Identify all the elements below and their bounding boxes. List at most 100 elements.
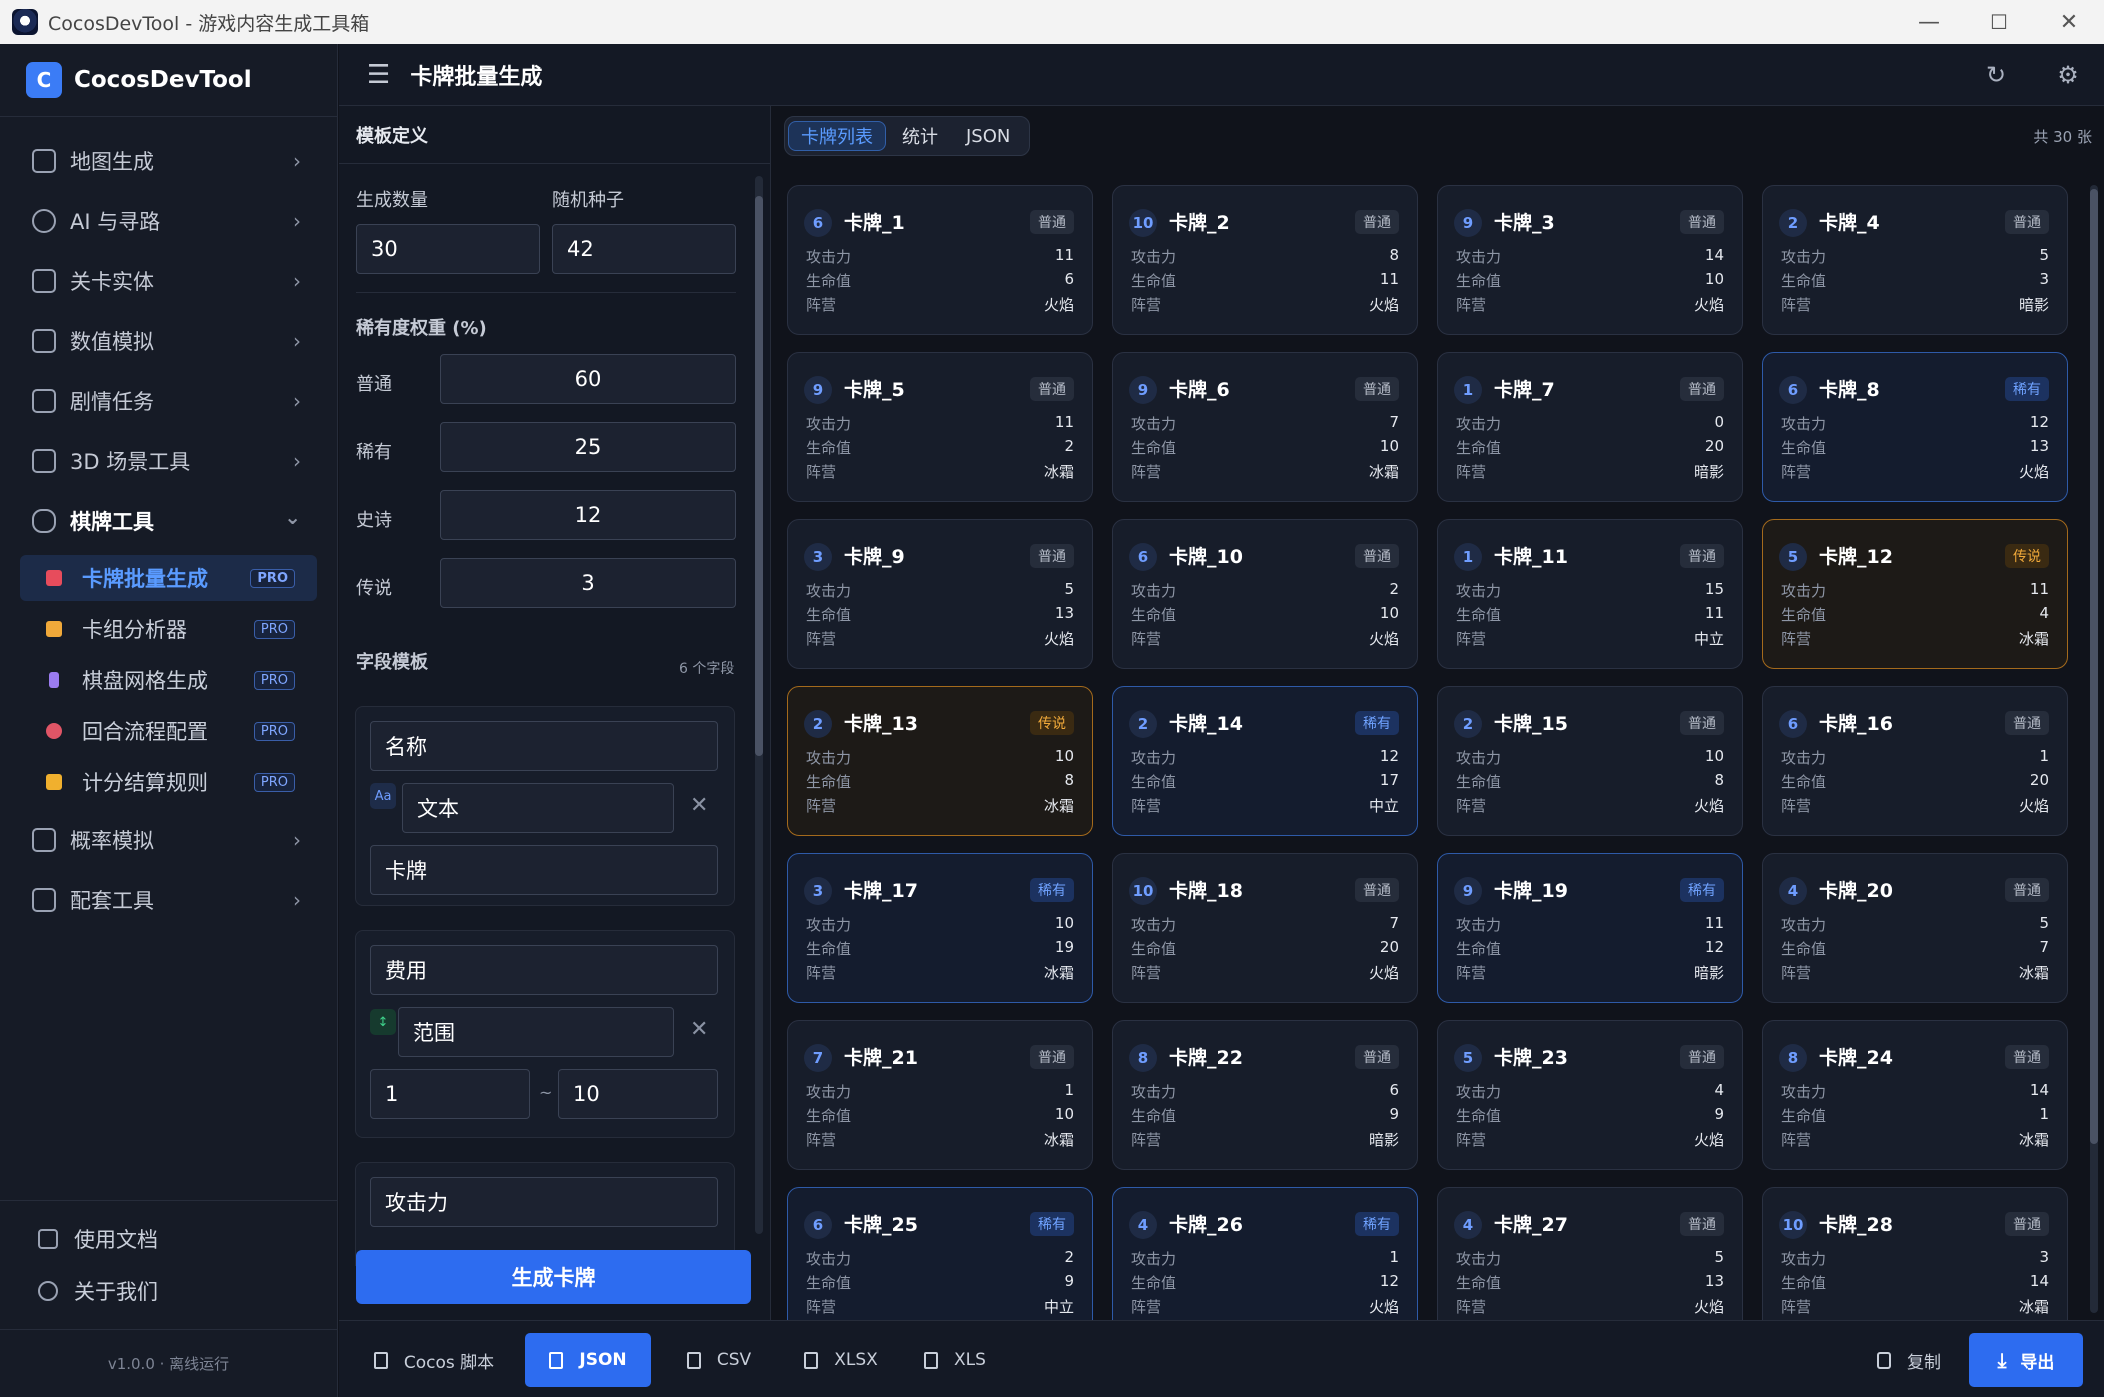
chevron-right-icon: › xyxy=(293,888,301,912)
card-attack: 8 xyxy=(1389,246,1399,264)
remove-field-icon[interactable]: ✕ xyxy=(690,1017,708,1042)
card-item[interactable]: 10 卡牌_2 普通 攻击力 8 生命值 11 阵营 火焰 xyxy=(1112,185,1418,335)
field-type-select[interactable]: 范围 xyxy=(398,1007,674,1057)
card-faction: 火焰 xyxy=(1368,296,1399,314)
sidebar-sub-card-batch[interactable]: 卡牌批量生成 PRO xyxy=(20,555,317,601)
card-stat-label: 生命值 xyxy=(1456,606,1502,624)
card-item[interactable]: 1 卡牌_11 普通 攻击力 15 生命值 11 阵营 中立 xyxy=(1437,519,1743,669)
weight-input-epic[interactable]: 12 xyxy=(440,490,736,540)
card-health: 1 xyxy=(2039,1105,2049,1123)
card-item[interactable]: 4 卡牌_27 普通 攻击力 5 生命值 13 阵营 火焰 xyxy=(1437,1187,1743,1320)
copy-button[interactable]: 复制 xyxy=(1859,1333,1959,1387)
card-item[interactable]: 7 卡牌_21 普通 攻击力 1 生命值 10 阵营 冰霜 xyxy=(787,1020,1093,1170)
weight-input-legend[interactable]: 3 xyxy=(440,558,736,608)
sidebar-item-level[interactable]: 关卡实体 › xyxy=(0,251,337,311)
format-xlsx-button[interactable]: XLSX xyxy=(785,1333,897,1387)
card-item[interactable]: 2 卡牌_4 普通 攻击力 5 生命值 3 阵营 暗影 xyxy=(1762,185,2068,335)
sidebar-item-probability[interactable]: 概率模拟 › xyxy=(0,810,337,870)
card-name: 卡牌_18 xyxy=(1169,880,1243,902)
sidebar-sub-board-grid[interactable]: 棋盘网格生成 PRO xyxy=(20,657,317,703)
sidebar-sub-deck-analyzer[interactable]: 卡组分析器 PRO xyxy=(20,606,317,652)
sidebar-item-map[interactable]: 地图生成 › xyxy=(0,131,337,191)
card-item[interactable]: 4 卡牌_20 普通 攻击力 5 生命值 7 阵营 冰霜 xyxy=(1762,853,2068,1003)
card-cost: 10 xyxy=(1129,877,1157,905)
card-item[interactable]: 5 卡牌_23 普通 攻击力 4 生命值 9 阵营 火焰 xyxy=(1437,1020,1743,1170)
field-type-select[interactable]: 文本 xyxy=(402,783,674,833)
chevron-right-icon: › xyxy=(293,389,301,413)
cards-scrollbar[interactable] xyxy=(2090,185,2098,1313)
template-scrollbar[interactable] xyxy=(755,176,763,1234)
weight-label-legend: 传说 xyxy=(356,578,392,599)
card-item[interactable]: 9 卡牌_3 普通 攻击力 14 生命值 10 阵营 火焰 xyxy=(1437,185,1743,335)
card-stat-label: 攻击力 xyxy=(1131,248,1177,266)
card-item[interactable]: 8 卡牌_24 普通 攻击力 14 生命值 1 阵营 冰霜 xyxy=(1762,1020,2068,1170)
card-health: 14 xyxy=(2029,1272,2049,1290)
format-xls-button[interactable]: XLS xyxy=(905,1333,1005,1387)
card-item[interactable]: 6 卡牌_25 稀有 攻击力 2 生命值 9 阵营 中立 xyxy=(787,1187,1093,1320)
sidebar-item-tools[interactable]: 配套工具 › xyxy=(0,870,337,930)
field-name-input[interactable]: 费用 xyxy=(370,945,718,995)
scrollbar-thumb[interactable] xyxy=(2090,189,2098,1144)
export-bar: Cocos 脚本 JSON CSV XLSX XLS 复制 ⤓ 导出 xyxy=(339,1320,2104,1397)
format-cocos-button[interactable]: Cocos 脚本 xyxy=(369,1333,499,1387)
card-item[interactable]: 4 卡牌_26 稀有 攻击力 1 生命值 12 阵营 火焰 xyxy=(1112,1187,1418,1320)
card-item[interactable]: 3 卡牌_9 普通 攻击力 5 生命值 13 阵营 火焰 xyxy=(787,519,1093,669)
card-item[interactable]: 10 卡牌_18 普通 攻击力 7 生命值 20 阵营 火焰 xyxy=(1112,853,1418,1003)
format-json-button[interactable]: JSON xyxy=(525,1333,651,1387)
card-item[interactable]: 6 卡牌_1 普通 攻击力 11 生命值 6 阵营 火焰 xyxy=(787,185,1093,335)
sidebar-item-story[interactable]: 剧情任务 › xyxy=(0,371,337,431)
export-button[interactable]: ⤓ 导出 xyxy=(1969,1333,2083,1387)
about-link[interactable]: 关于我们 xyxy=(0,1265,337,1317)
tab-stats[interactable]: 统计 xyxy=(890,121,950,151)
card-stat-label: 阵营 xyxy=(1456,1298,1487,1316)
card-item[interactable]: 2 卡牌_13 传说 攻击力 10 生命值 8 阵营 冰霜 xyxy=(787,686,1093,836)
field-name-input[interactable]: 攻击力 xyxy=(370,1177,718,1227)
card-item[interactable]: 8 卡牌_22 普通 攻击力 6 生命值 9 阵营 暗影 xyxy=(1112,1020,1418,1170)
card-rarity-badge: 普通 xyxy=(2005,1212,2049,1236)
card-item[interactable]: 10 卡牌_28 普通 攻击力 3 生命值 14 阵营 冰霜 xyxy=(1762,1187,2068,1320)
settings-icon[interactable]: ⚙ xyxy=(2051,58,2085,92)
card-item[interactable]: 6 卡牌_16 普通 攻击力 1 生命值 20 阵营 火焰 xyxy=(1762,686,2068,836)
field-default-input[interactable]: 卡牌 xyxy=(370,845,718,895)
field-name-input[interactable]: 名称 xyxy=(370,721,718,771)
card-stat-label: 生命值 xyxy=(806,1107,852,1125)
sidebar-group-boardgame[interactable]: 棋牌工具 ⌄ xyxy=(0,491,337,551)
tab-json[interactable]: JSON xyxy=(954,121,1022,151)
card-item[interactable]: 2 卡牌_15 普通 攻击力 10 生命值 8 阵营 火焰 xyxy=(1437,686,1743,836)
sidebar-sub-turn-flow[interactable]: 回合流程配置 PRO xyxy=(20,708,317,754)
weight-input-common[interactable]: 60 xyxy=(440,354,736,404)
card-item[interactable]: 9 卡牌_5 普通 攻击力 11 生命值 2 阵营 冰霜 xyxy=(787,352,1093,502)
card-item[interactable]: 9 卡牌_6 普通 攻击力 7 生命值 10 阵营 冰霜 xyxy=(1112,352,1418,502)
scrollbar-thumb[interactable] xyxy=(755,196,763,756)
minimize-button[interactable]: — xyxy=(1894,0,1964,44)
card-stat-label: 阵营 xyxy=(1456,964,1487,982)
range-min-input[interactable]: 1 xyxy=(370,1069,530,1119)
count-label: 生成数量 xyxy=(356,190,428,211)
range-max-input[interactable]: 10 xyxy=(558,1069,718,1119)
maximize-button[interactable]: ☐ xyxy=(1964,0,2034,44)
sidebar-item-3d[interactable]: 3D 场景工具 › xyxy=(0,431,337,491)
sidebar-item-numeric[interactable]: 数值模拟 › xyxy=(0,311,337,371)
tab-card-list[interactable]: 卡牌列表 xyxy=(788,121,886,151)
generate-cards-button[interactable]: 生成卡牌 xyxy=(356,1250,751,1304)
card-item[interactable]: 6 卡牌_10 普通 攻击力 2 生命值 10 阵营 火焰 xyxy=(1112,519,1418,669)
card-item[interactable]: 5 卡牌_12 传说 攻击力 11 生命值 4 阵营 冰霜 xyxy=(1762,519,2068,669)
count-input[interactable]: 30 xyxy=(356,224,540,274)
sidebar-sub-scoring[interactable]: 计分结算规则 PRO xyxy=(20,759,317,805)
refresh-icon[interactable]: ↻ xyxy=(1979,58,2013,92)
card-item[interactable]: 2 卡牌_14 稀有 攻击力 12 生命值 17 阵营 中立 xyxy=(1112,686,1418,836)
seed-input[interactable]: 42 xyxy=(552,224,736,274)
remove-field-icon[interactable]: ✕ xyxy=(690,793,708,818)
format-csv-button[interactable]: CSV xyxy=(669,1333,769,1387)
card-item[interactable]: 9 卡牌_19 稀有 攻击力 11 生命值 12 阵营 暗影 xyxy=(1437,853,1743,1003)
sidebar-item-ai[interactable]: AI 与寻路 › xyxy=(0,191,337,251)
sidebar-footer: 使用文档 关于我们 v1.0.0 · 离线运行 xyxy=(0,1200,337,1397)
menu-icon[interactable]: ☰ xyxy=(367,60,390,90)
card-item[interactable]: 1 卡牌_7 普通 攻击力 0 生命值 20 阵营 暗影 xyxy=(1437,352,1743,502)
close-button[interactable]: ✕ xyxy=(2034,0,2104,44)
weight-input-rare[interactable]: 25 xyxy=(440,422,736,472)
card-item[interactable]: 3 卡牌_17 稀有 攻击力 10 生命值 19 阵营 冰霜 xyxy=(787,853,1093,1003)
card-item[interactable]: 6 卡牌_8 稀有 攻击力 12 生命值 13 阵营 火焰 xyxy=(1762,352,2068,502)
docs-link[interactable]: 使用文档 xyxy=(0,1213,337,1265)
range-separator: ~ xyxy=(539,1083,553,1102)
